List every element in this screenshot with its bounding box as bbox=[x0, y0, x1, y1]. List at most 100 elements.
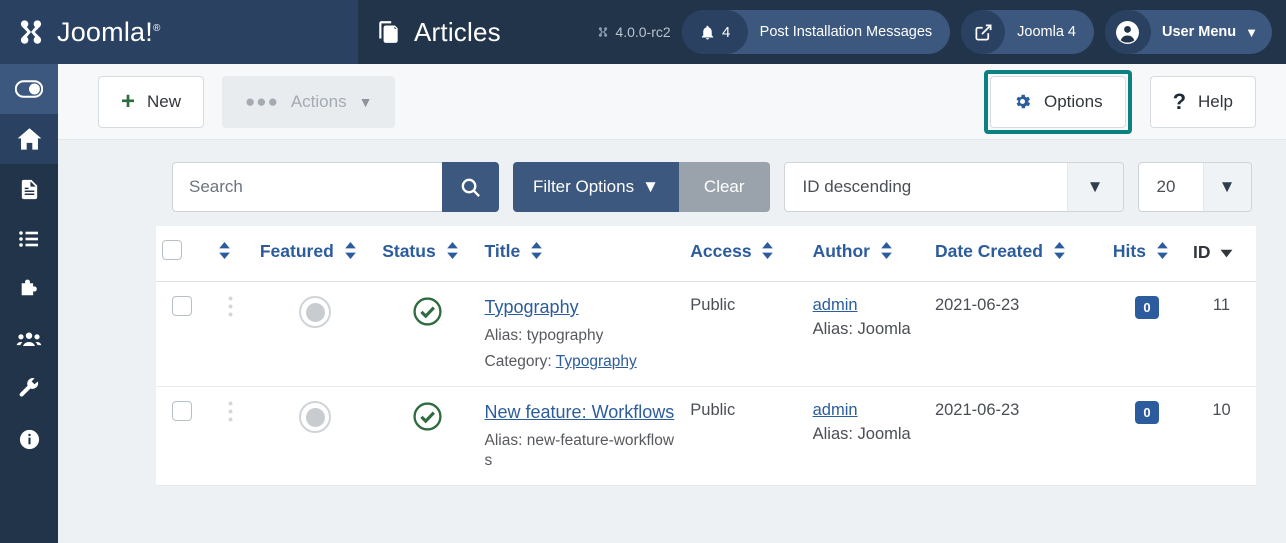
post-installation-messages-button[interactable]: 4 Post Installation Messages bbox=[681, 10, 951, 54]
sort-updown-icon bbox=[218, 241, 231, 264]
messages-label: Post Installation Messages bbox=[759, 24, 933, 40]
featured-toggle[interactable] bbox=[299, 296, 332, 328]
author-link[interactable]: admin bbox=[813, 296, 858, 314]
home-icon bbox=[17, 127, 41, 150]
joomla-logo[interactable]: Joomla!® bbox=[14, 15, 161, 49]
article-category: Category: Typography bbox=[485, 352, 679, 372]
table-body: Typography Alias: typography Category: T… bbox=[156, 281, 1256, 487]
sort-select-value: ID descending bbox=[802, 177, 912, 196]
row-status-cell bbox=[376, 386, 479, 487]
column-date-created-label: Date Created bbox=[934, 241, 1043, 262]
column-select-all bbox=[156, 226, 208, 282]
info-icon bbox=[19, 429, 39, 449]
table-header-row: Featured Status Title Access Author Date… bbox=[156, 226, 1256, 282]
chevron-down-icon: ▼ bbox=[358, 93, 373, 110]
main-content: + New ●●● Actions ▼ Options ? Help Searc… bbox=[58, 64, 1286, 543]
column-id[interactable]: ID bbox=[1186, 226, 1256, 282]
help-button[interactable]: ? Help bbox=[1149, 75, 1256, 128]
sort-select[interactable]: ID descending ▼ bbox=[783, 162, 1124, 212]
column-title[interactable]: Title bbox=[478, 226, 685, 282]
row-id-cell: 11 bbox=[1186, 281, 1256, 388]
row-checkbox[interactable] bbox=[171, 401, 192, 422]
question-mark-icon: ? bbox=[1172, 88, 1187, 114]
magnifier-icon bbox=[461, 178, 480, 197]
author-alias: Alias: Joomla bbox=[812, 320, 911, 338]
messages-badge: 4 bbox=[681, 10, 748, 54]
row-featured-cell bbox=[253, 281, 377, 388]
column-access-label: Access bbox=[690, 241, 752, 262]
user-menu-button[interactable]: User Menu ▼ bbox=[1104, 10, 1272, 54]
row-date-cell: 2021-06-23 bbox=[928, 281, 1107, 388]
featured-inner-dot bbox=[305, 302, 325, 322]
list-icon bbox=[19, 231, 38, 247]
column-featured[interactable]: Featured bbox=[253, 226, 377, 282]
column-status[interactable]: Status bbox=[376, 226, 479, 282]
column-date-created[interactable]: Date Created bbox=[928, 226, 1107, 282]
hits-badge: 0 bbox=[1135, 296, 1159, 319]
sort-updown-icon bbox=[761, 241, 774, 264]
sidebar-item-menus[interactable] bbox=[0, 214, 58, 264]
external-link-icon-box bbox=[961, 10, 1006, 54]
user-menu-label: User Menu bbox=[1161, 24, 1237, 40]
author-link[interactable]: admin bbox=[813, 401, 858, 419]
drag-handle-icon[interactable] bbox=[228, 296, 233, 321]
sort-updown-icon bbox=[344, 241, 357, 264]
sort-updown-icon bbox=[1053, 241, 1066, 264]
filter-bar: Filter Options ▼ Clear ID descending ▼ 2… bbox=[58, 140, 1286, 226]
featured-toggle[interactable] bbox=[299, 401, 332, 434]
row-status-cell bbox=[376, 281, 479, 388]
search-input[interactable] bbox=[172, 162, 442, 212]
filter-options-button[interactable]: Filter Options ▼ bbox=[513, 162, 679, 212]
filter-options-label: Filter Options bbox=[533, 177, 635, 196]
column-access[interactable]: Access bbox=[684, 226, 807, 282]
sidebar-item-help[interactable] bbox=[0, 414, 58, 464]
options-button[interactable]: Options bbox=[989, 75, 1126, 128]
select-all-checkbox[interactable] bbox=[162, 240, 182, 260]
header-actions: 4.0.0-rc2 4 Post Installation Messages J… bbox=[596, 10, 1272, 54]
toolbar-right-group: Options ? Help bbox=[983, 69, 1256, 134]
row-author-cell: admin Alias: Joomla bbox=[806, 281, 929, 388]
row-hits-cell: 0 bbox=[1106, 281, 1187, 388]
new-button[interactable]: + New bbox=[98, 75, 205, 128]
row-select-cell bbox=[156, 281, 208, 388]
site-preview-label: Joomla 4 bbox=[1017, 24, 1076, 40]
status-published-icon[interactable] bbox=[412, 296, 443, 327]
status-published-icon[interactable] bbox=[412, 401, 443, 432]
articles-table: Featured Status Title Access Author Date… bbox=[156, 226, 1256, 487]
version-text: 4.0.0-rc2 bbox=[615, 24, 671, 40]
column-hits[interactable]: Hits bbox=[1106, 226, 1187, 282]
help-button-label: Help bbox=[1198, 91, 1233, 111]
table-row: New feature: Workflows Alias: new-featur… bbox=[156, 386, 1256, 487]
sidebar-item-components[interactable] bbox=[0, 264, 58, 314]
column-author[interactable]: Author bbox=[806, 226, 929, 282]
options-button-highlight: Options bbox=[983, 69, 1132, 134]
sort-updown-icon bbox=[446, 241, 459, 264]
actions-button[interactable]: ●●● Actions ▼ bbox=[222, 75, 396, 128]
article-title-link[interactable]: New feature: Workflows bbox=[485, 401, 675, 425]
sidebar-item-toggle-menu[interactable] bbox=[0, 64, 58, 114]
drag-handle-icon[interactable] bbox=[228, 401, 233, 426]
column-featured-label: Featured bbox=[259, 241, 334, 262]
column-status-label: Status bbox=[382, 241, 436, 262]
ellipsis-icon: ●●● bbox=[245, 91, 279, 111]
article-title-link[interactable]: Typography bbox=[485, 296, 579, 320]
sidebar-item-system[interactable] bbox=[0, 364, 58, 414]
row-checkbox[interactable] bbox=[171, 296, 192, 316]
hits-badge: 0 bbox=[1135, 401, 1159, 425]
author-alias: Alias: Joomla bbox=[812, 425, 911, 444]
article-category-link[interactable]: Typography bbox=[556, 353, 637, 370]
chevron-down-icon: ▼ bbox=[1245, 24, 1258, 40]
list-limit-select[interactable]: 20 ▼ bbox=[1137, 162, 1252, 212]
actions-button-label: Actions bbox=[290, 91, 347, 111]
sort-updown-icon bbox=[530, 241, 543, 264]
sidebar-item-home[interactable] bbox=[0, 114, 58, 164]
messages-count: 4 bbox=[721, 23, 731, 41]
sidebar-item-content[interactable] bbox=[0, 164, 58, 214]
column-ordering[interactable] bbox=[207, 226, 254, 282]
puzzle-icon bbox=[21, 279, 37, 295]
clear-button[interactable]: Clear bbox=[678, 162, 770, 212]
sidebar-item-users[interactable] bbox=[0, 314, 58, 364]
search-button[interactable] bbox=[442, 162, 499, 212]
site-preview-button[interactable]: Joomla 4 bbox=[961, 10, 1094, 54]
row-drag-cell bbox=[207, 386, 254, 487]
